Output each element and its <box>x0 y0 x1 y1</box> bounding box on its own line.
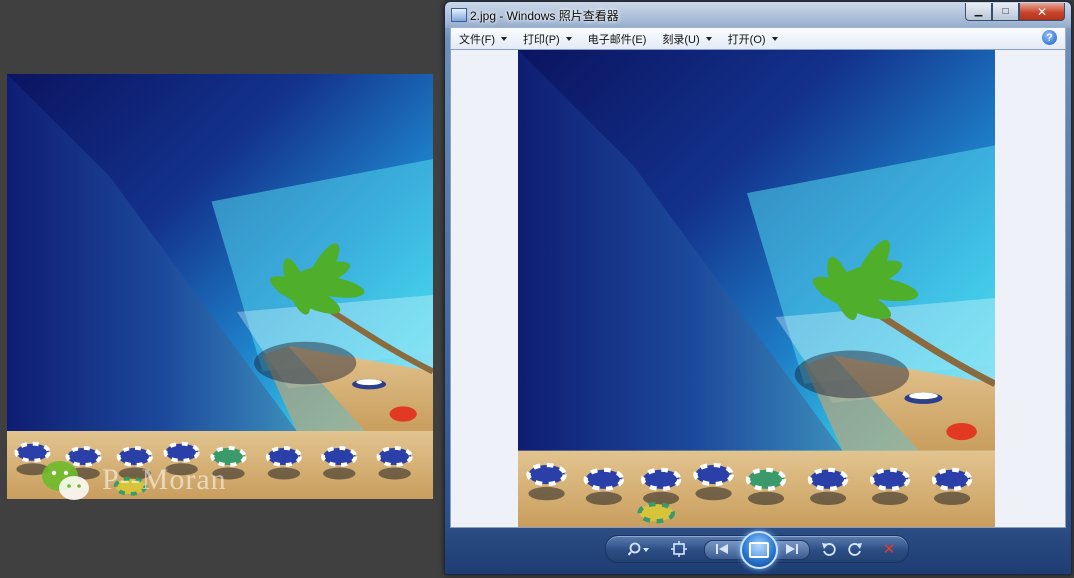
photo-viewer-app-icon <box>451 8 467 22</box>
photo-viewer-window: 2.jpg - Windows 照片查看器 ▁ □ ✕ 文件(F) 打印(P) … <box>444 1 1072 575</box>
chevron-down-icon <box>565 36 572 41</box>
maximize-button[interactable]: □ <box>992 3 1019 21</box>
next-icon <box>786 544 798 554</box>
fit-window-icon <box>671 541 687 557</box>
rotate-right-button[interactable] <box>844 540 866 558</box>
menu-burn[interactable]: 刻录(U) <box>654 31 719 47</box>
viewer-photo <box>518 50 995 527</box>
watermark: P--Moran <box>40 460 227 500</box>
watermark-text: P--Moran <box>102 463 227 496</box>
menu-print[interactable]: 打印(P) <box>515 31 580 47</box>
minimize-button[interactable]: ▁ <box>965 3 992 21</box>
next-button[interactable] <box>780 540 804 558</box>
menu-bar: 文件(F) 打印(P) 电子邮件(E) 刻录(U) 打开(O) ? <box>450 27 1066 50</box>
previous-icon <box>716 544 728 554</box>
delete-button[interactable]: ✕ <box>878 540 900 558</box>
rotate-right-icon <box>848 543 862 556</box>
rotate-left-icon <box>822 543 836 556</box>
control-bar: ✕ <box>605 531 909 569</box>
delete-icon: ✕ <box>882 541 896 558</box>
zoom-button[interactable] <box>624 540 654 558</box>
chevron-down-icon <box>771 36 778 41</box>
slideshow-icon <box>749 542 769 558</box>
menu-file[interactable]: 文件(F) <box>451 31 515 47</box>
previous-button[interactable] <box>710 540 734 558</box>
wechat-logo-icon <box>40 458 92 502</box>
chevron-down-icon <box>705 36 712 41</box>
slideshow-button[interactable] <box>740 531 778 569</box>
chevron-down-icon <box>501 36 508 41</box>
help-icon[interactable]: ? <box>1042 30 1057 45</box>
close-button[interactable]: ✕ <box>1019 3 1065 21</box>
image-canvas <box>450 49 1066 528</box>
title-bar[interactable]: 2.jpg - Windows 照片查看器 ▁ □ ✕ <box>445 2 1071 28</box>
window-title: 2.jpg - Windows 照片查看器 <box>470 9 619 23</box>
preview-photo <box>7 74 433 499</box>
rotate-left-button[interactable] <box>818 540 840 558</box>
menu-email[interactable]: 电子邮件(E) <box>580 31 655 47</box>
actual-size-button[interactable] <box>668 540 690 558</box>
magnifier-icon <box>628 542 649 556</box>
menu-open[interactable]: 打开(O) <box>720 31 786 47</box>
